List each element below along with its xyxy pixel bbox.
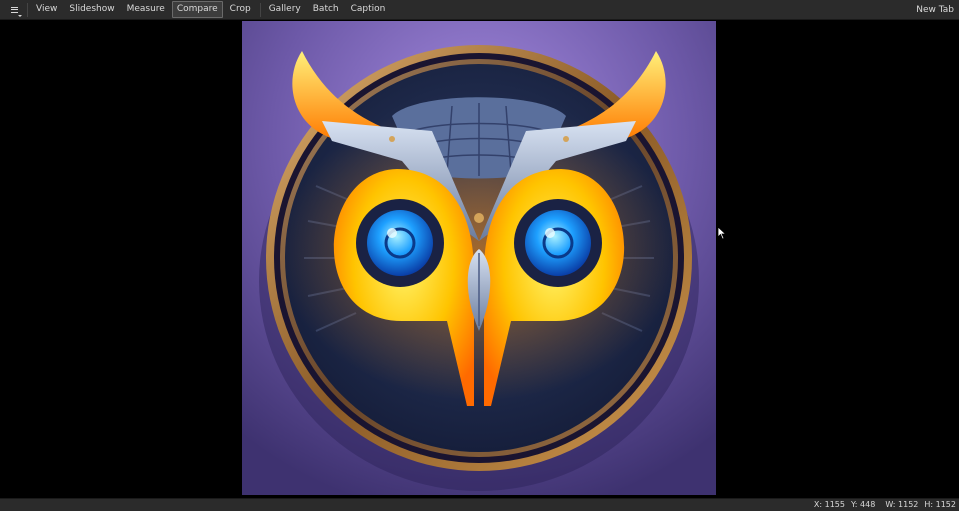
status-bar: X: 1155 Y: 448 W: 1152 H: 1152 [0, 498, 959, 511]
new-tab-button[interactable]: New Tab [916, 5, 954, 15]
toolbar-divider [259, 2, 261, 17]
mouse-cursor-icon [717, 226, 727, 240]
dropdown-caret-icon [18, 14, 22, 17]
top-toolbar: View Slideshow Measure Compare Crop Gall… [0, 0, 959, 20]
gallery-button[interactable]: Gallery [264, 1, 306, 18]
batch-button[interactable]: Batch [308, 1, 344, 18]
measure-button[interactable]: Measure [122, 1, 170, 18]
compare-button[interactable]: Compare [171, 1, 223, 18]
image-height-readout: H: 1152 [924, 500, 956, 509]
main-menu-button[interactable] [3, 0, 25, 20]
slideshow-button[interactable]: Slideshow [64, 1, 119, 18]
displayed-image[interactable] [242, 21, 716, 495]
view-button[interactable]: View [31, 1, 62, 18]
caption-button[interactable]: Caption [346, 1, 391, 18]
hamburger-menu-icon [10, 6, 18, 13]
image-width-readout: W: 1152 [885, 500, 919, 509]
toolbar-divider [27, 2, 28, 17]
owl-emblem-image [242, 21, 716, 495]
crop-button[interactable]: Crop [225, 1, 256, 18]
cursor-x-readout: X: 1155 [813, 500, 845, 509]
image-viewer-canvas[interactable] [0, 20, 959, 498]
cursor-y-readout: Y: 448 [850, 500, 876, 509]
